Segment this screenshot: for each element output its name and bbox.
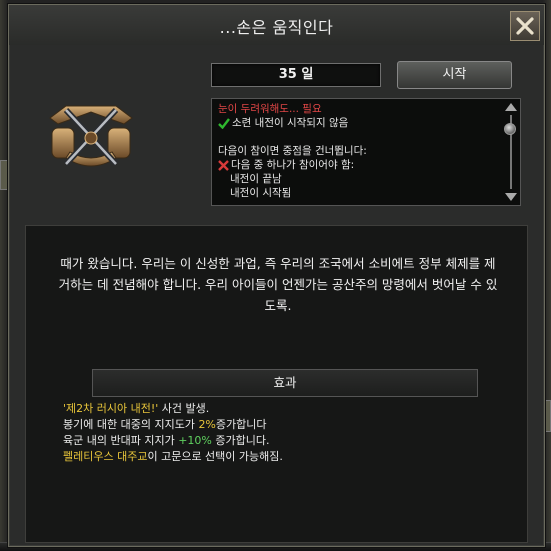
close-button[interactable] <box>510 11 540 41</box>
checkmark-icon <box>218 117 230 129</box>
scroll-thumb[interactable] <box>504 123 516 135</box>
effect-text: 증가합니다 <box>215 418 267 431</box>
days-display: 35 일 <box>211 63 381 87</box>
conditions-panel: 눈이 두려워해도... 필요 소련 내전이 시작되지 않음 다음이 참이면 중점… <box>211 98 521 206</box>
focus-description: 때가 왔습니다. 우리는 이 신성한 과업, 즉 우리의 조국에서 소비에트 정… <box>58 256 498 313</box>
effects-header: 효과 <box>92 369 478 397</box>
condition-skip-line: 다음이 참이면 중점을 건너뜁니다: <box>218 145 367 157</box>
start-button[interactable]: 시작 <box>397 61 512 89</box>
condition-warning: 눈이 두려워해도... 필요 <box>218 103 322 115</box>
cross-icon <box>218 159 229 171</box>
conditions-scrollbar[interactable] <box>504 101 518 203</box>
left-edge-tab <box>0 160 8 190</box>
event-name[interactable]: '제2차 러시아 내전!' <box>63 402 158 415</box>
effect-text: 증가합니다. <box>211 434 270 447</box>
effects-list: '제2차 러시아 내전!' 사건 발생. 봉기에 대한 대중의 지지도가 2%증… <box>63 401 283 465</box>
effect-value: +10% <box>178 434 212 447</box>
effect-text: 육군 내의 반대파 지지가 <box>63 434 179 447</box>
effect-value: 2% <box>198 418 216 431</box>
effect-text: 이 고문으로 선택이 가능해짐. <box>147 450 283 463</box>
window-title: ...손은 움직인다 <box>219 18 334 37</box>
effect-line: 육군 내의 반대파 지지가 +10% 증가합니다. <box>63 433 283 449</box>
effect-line: 봉기에 대한 대중의 지지도가 2%증가합니다 <box>63 417 283 433</box>
advisor-name[interactable]: 펠레티우스 대주교 <box>63 450 147 463</box>
condition-sub-item: 내전이 시작됨 <box>230 187 292 199</box>
crossed-swords-emblem-icon <box>49 105 133 167</box>
effect-line: '제2차 러시아 내전!' 사건 발생. <box>63 401 283 417</box>
condition-any-true: 다음 중 하나가 참이어야 함: <box>231 159 355 171</box>
effect-text: 사건 발생. <box>158 402 210 415</box>
effect-text: 봉기에 대한 대중의 지지도가 <box>63 418 199 431</box>
condition-sub-item: 내전이 끝남 <box>230 173 282 185</box>
description-panel: 때가 왔습니다. 우리는 이 신성한 과업, 즉 우리의 조국에서 소비에트 정… <box>25 225 528 543</box>
effect-line: 펠레티우스 대주교이 고문으로 선택이 가능해짐. <box>63 449 283 465</box>
close-icon <box>516 17 534 35</box>
title-bar: ...손은 움직인다 <box>9 5 544 45</box>
focus-window: ...손은 움직인다 35 일 시작 눈이 두려워해도... 필요 소련 내전이… <box>8 4 545 547</box>
scroll-up-icon[interactable] <box>505 103 517 111</box>
scroll-down-icon[interactable] <box>505 193 517 201</box>
condition-check-item: 소련 내전이 시작되지 않음 <box>232 117 349 129</box>
